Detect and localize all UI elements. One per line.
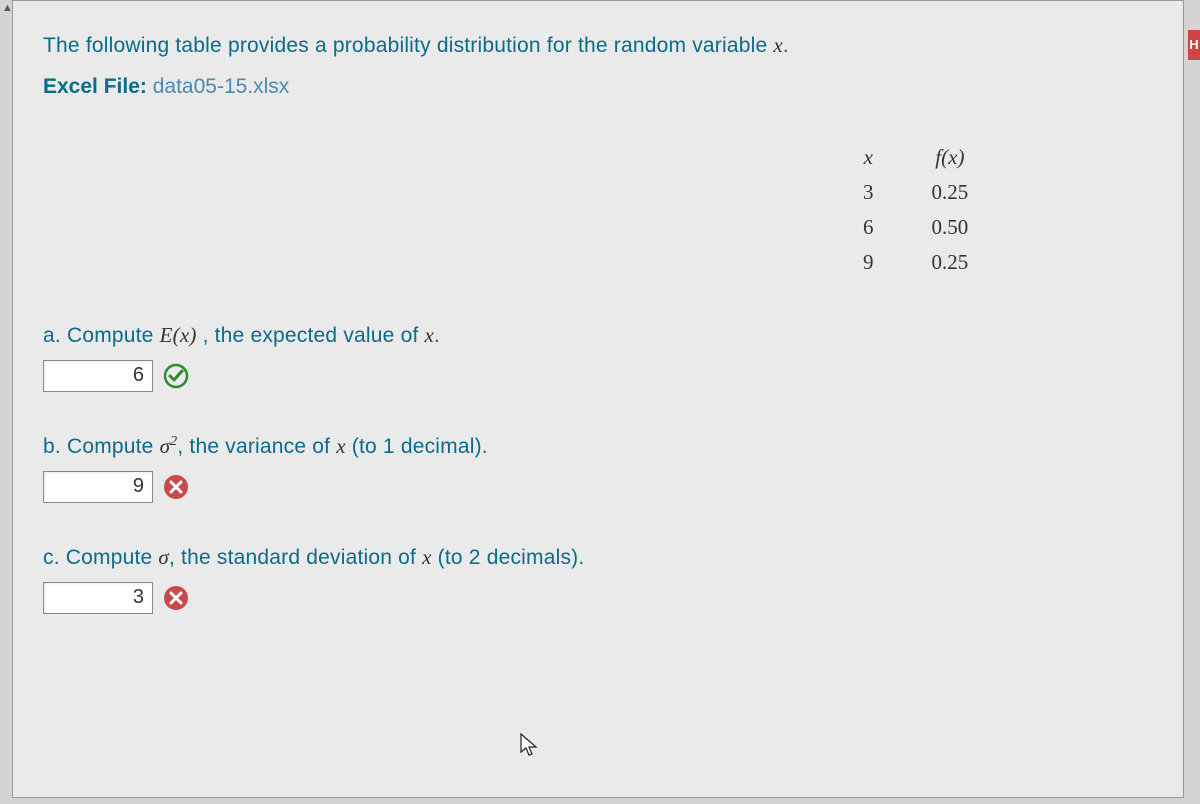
answer-row-c xyxy=(43,582,1149,614)
file-line: Excel File: data05-15.xlsx xyxy=(43,75,1149,99)
cell-x-0: 3 xyxy=(835,176,902,209)
intro-text: The following table provides a probabili… xyxy=(43,29,1149,63)
file-label: Excel File: xyxy=(43,75,153,98)
probability-distribution-table: x f(x) 3 0.25 6 0.50 9 0.25 xyxy=(833,139,998,281)
qb-sigma: σ xyxy=(160,434,171,458)
answer-input-a[interactable] xyxy=(43,360,153,392)
qc-suffix: , the standard deviation of xyxy=(169,546,422,569)
intro-main: The following table provides a probabili… xyxy=(43,34,773,57)
qa-suffix: , the expected value of xyxy=(197,324,425,347)
qb-suffix: , the variance of xyxy=(177,435,336,458)
question-a: a. Compute E(x) , the expected value of … xyxy=(43,323,1149,348)
qa-prefix: a. Compute xyxy=(43,324,160,347)
qa-expr: E(x) xyxy=(160,323,197,347)
x-icon xyxy=(163,585,189,611)
table-header-x: x xyxy=(835,141,902,174)
answer-input-c[interactable] xyxy=(43,582,153,614)
qa-period: . xyxy=(434,324,440,347)
qb-paren: (to 1 decimal). xyxy=(346,435,488,458)
table-header-fx: f(x) xyxy=(904,141,997,174)
question-b: b. Compute σ2, the variance of x (to 1 d… xyxy=(43,434,1149,459)
qb-var: x xyxy=(336,434,346,458)
qc-var: x xyxy=(422,545,432,569)
intro-var: x xyxy=(773,33,783,57)
qb-prefix: b. Compute xyxy=(43,435,160,458)
qc-prefix: c. Compute xyxy=(43,546,158,569)
intro-period: . xyxy=(783,34,789,57)
right-side-tab[interactable]: H xyxy=(1188,30,1200,60)
answer-row-a xyxy=(43,360,1149,392)
cell-x-2: 9 xyxy=(835,246,902,279)
question-frame: The following table provides a probabili… xyxy=(12,0,1184,798)
answer-input-b[interactable] xyxy=(43,471,153,503)
cell-fx-2: 0.25 xyxy=(904,246,997,279)
excel-file-link[interactable]: data05-15.xlsx xyxy=(153,75,290,98)
table-row: 6 0.50 xyxy=(835,211,996,244)
cell-fx-0: 0.25 xyxy=(904,176,997,209)
qa-var: x xyxy=(425,323,435,347)
answer-row-b xyxy=(43,471,1149,503)
table-row: 9 0.25 xyxy=(835,246,996,279)
check-icon xyxy=(163,363,189,389)
x-icon xyxy=(163,474,189,500)
table-row: 3 0.25 xyxy=(835,176,996,209)
qc-paren: (to 2 decimals). xyxy=(432,546,585,569)
question-c: c. Compute σ, the standard deviation of … xyxy=(43,545,1149,570)
qc-sigma: σ xyxy=(158,545,169,569)
cell-x-1: 6 xyxy=(835,211,902,244)
cell-fx-1: 0.50 xyxy=(904,211,997,244)
